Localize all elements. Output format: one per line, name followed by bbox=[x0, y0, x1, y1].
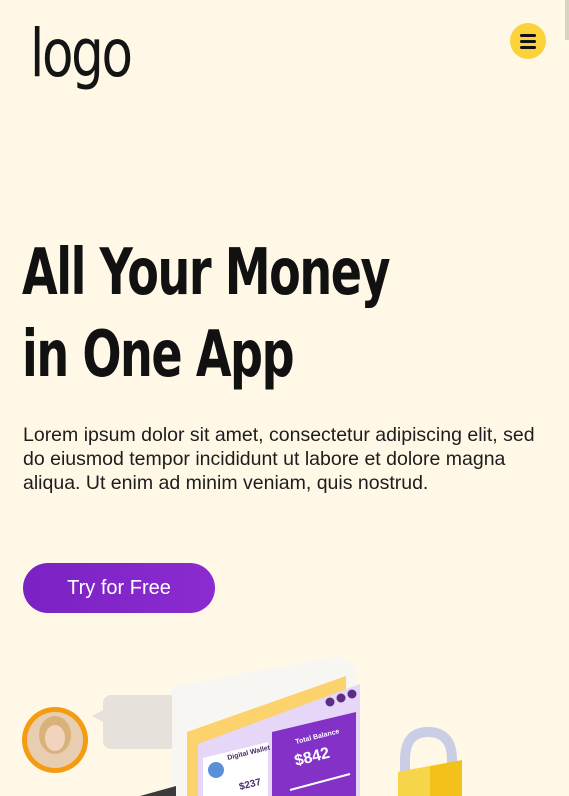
wallet-avatar bbox=[208, 762, 224, 778]
hero-title-line-2: in One App bbox=[22, 318, 295, 392]
chat-bubble bbox=[103, 695, 177, 749]
dot-icon bbox=[347, 689, 357, 699]
dot-icon bbox=[336, 693, 346, 703]
logo[interactable]: logo bbox=[30, 14, 133, 94]
chat-bubble-tail bbox=[92, 710, 103, 722]
hero-title-line-1: All Your Money bbox=[22, 236, 391, 310]
dot-icon bbox=[325, 697, 335, 707]
avatar-face bbox=[45, 725, 65, 751]
hero-title: All Your Money in One App bbox=[22, 232, 391, 396]
site-header: logo bbox=[0, 0, 569, 110]
menu-button[interactable] bbox=[510, 23, 546, 59]
hero-description: Lorem ipsum dolor sit amet, consectetur … bbox=[23, 424, 535, 494]
device-edge bbox=[140, 786, 176, 796]
wallet-app-illustration: Total Balance $842 Digital Wallet $237 bbox=[22, 656, 462, 796]
scrollbar[interactable] bbox=[565, 0, 569, 40]
hamburger-icon bbox=[520, 34, 536, 37]
hamburger-icon-bar bbox=[520, 40, 536, 43]
hamburger-icon-bar bbox=[520, 46, 536, 49]
hero-illustration: Total Balance $842 Digital Wallet $237 bbox=[0, 640, 569, 796]
try-for-free-button[interactable]: Try for Free bbox=[23, 563, 215, 613]
